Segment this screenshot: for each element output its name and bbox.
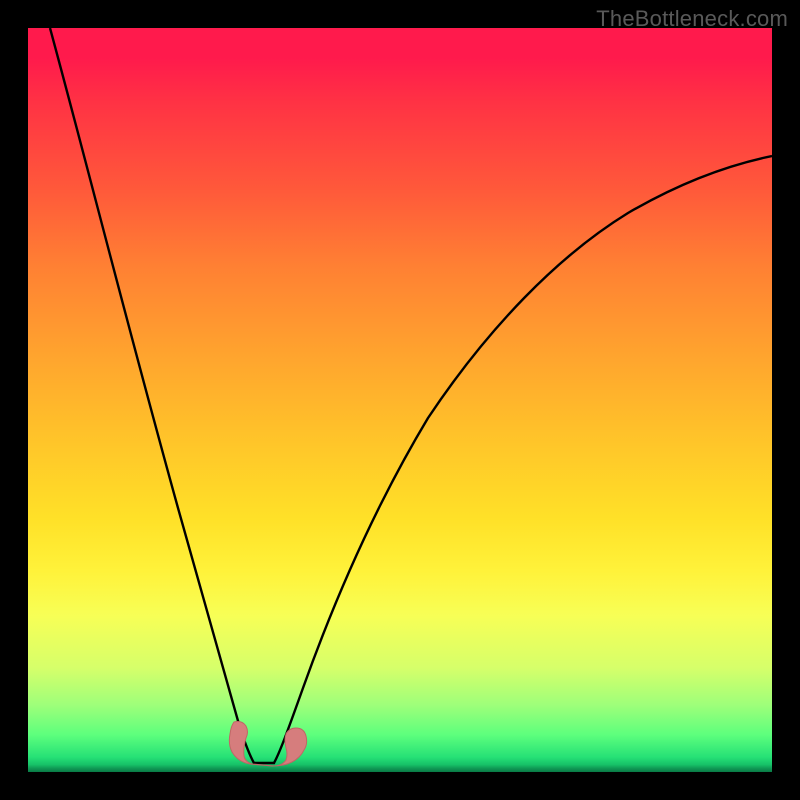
outer-frame: TheBottleneck.com bbox=[0, 0, 800, 800]
bottleneck-curve-path bbox=[50, 28, 772, 763]
watermark-label: TheBottleneck.com bbox=[596, 6, 788, 32]
bottleneck-curve-svg bbox=[28, 28, 772, 772]
minimum-badge bbox=[229, 722, 306, 767]
plot-area bbox=[28, 28, 772, 772]
